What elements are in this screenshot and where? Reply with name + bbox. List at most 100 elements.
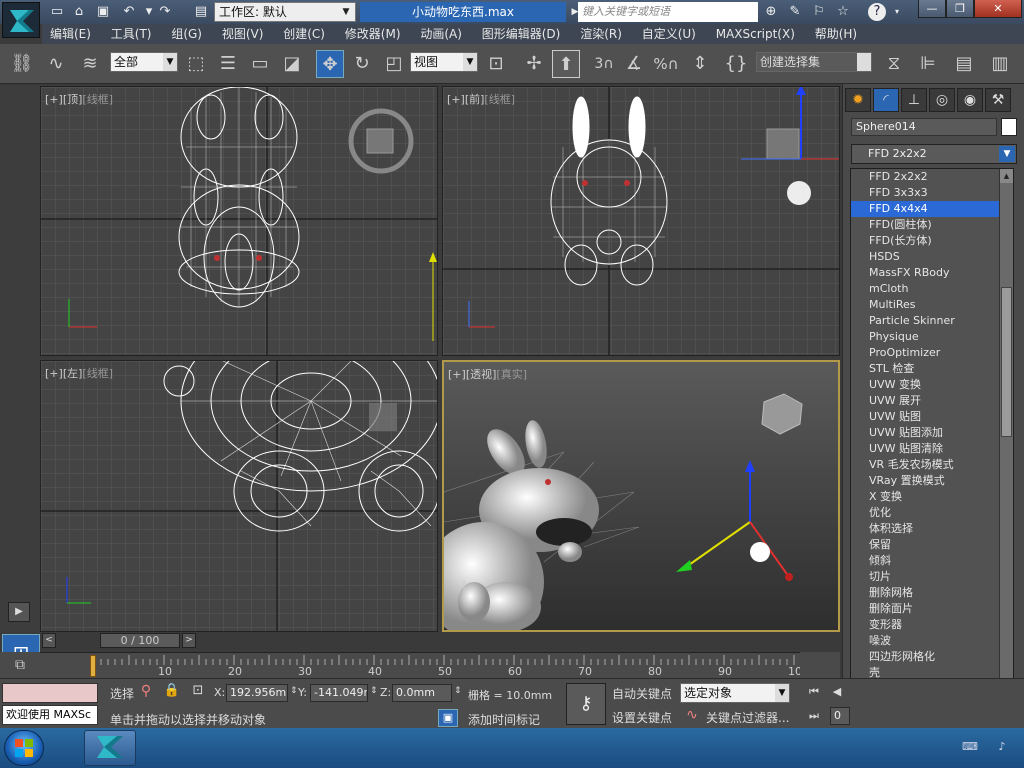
- track-bar[interactable]: 0102030405060708090100: [40, 652, 840, 678]
- modifier-item[interactable]: 噪波: [851, 633, 1013, 649]
- y-coord-field[interactable]: -141.049m: [310, 684, 368, 702]
- viewport-shade-label[interactable]: [真实]: [496, 368, 527, 381]
- star-icon[interactable]: ☆: [834, 3, 852, 21]
- object-color-swatch[interactable]: [1001, 118, 1017, 136]
- viewport-menu-plus[interactable]: [+]: [45, 93, 63, 106]
- viewport-top[interactable]: [+][顶][线框]: [40, 86, 438, 356]
- modifier-item[interactable]: FFD(长方体): [851, 233, 1013, 249]
- viewport-perspective-label[interactable]: [+][透视][真实]: [448, 366, 527, 382]
- modifier-item[interactable]: 四边形网格化: [851, 649, 1013, 665]
- help-dropdown-icon[interactable]: ▾: [888, 3, 906, 21]
- menu-rendering[interactable]: 渲染(R): [572, 24, 630, 44]
- menu-animation[interactable]: 动画(A): [412, 24, 470, 44]
- motion-tab-icon[interactable]: ◎: [929, 88, 955, 112]
- select-scale-icon[interactable]: ◰: [380, 50, 408, 78]
- modifier-item[interactable]: 删除面片: [851, 601, 1013, 617]
- speaker-tray-icon[interactable]: ♪: [994, 740, 1010, 754]
- viewport-left[interactable]: [+][左][线框]: [40, 360, 438, 632]
- current-frame-field[interactable]: 0: [830, 707, 850, 725]
- modifier-item[interactable]: UVW 变换: [851, 377, 1013, 393]
- go-to-start-icon[interactable]: ⏮: [804, 685, 824, 703]
- close-button[interactable]: ✕: [974, 0, 1022, 18]
- menu-create[interactable]: 创建(C): [275, 24, 333, 44]
- modifier-item[interactable]: 倾斜: [851, 553, 1013, 569]
- project-folder-icon[interactable]: ▤: [192, 3, 210, 21]
- viewport-shade-label[interactable]: [线框]: [82, 93, 113, 106]
- select-move-icon[interactable]: ✥: [316, 50, 344, 78]
- time-slider-next-icon[interactable]: >: [182, 633, 196, 648]
- taskbar-3dsmax-app[interactable]: [84, 730, 136, 766]
- modifier-item[interactable]: UVW 贴图添加: [851, 425, 1013, 441]
- viewport-shade-label[interactable]: [线框]: [82, 367, 113, 380]
- selection-filter-select[interactable]: 全部 ▼: [110, 52, 178, 72]
- object-name-field[interactable]: Sphere014: [851, 118, 997, 136]
- keyboard-tray-icon[interactable]: ⌨: [962, 740, 978, 754]
- scroll-up-icon[interactable]: ▲: [1000, 169, 1013, 183]
- tools-icon[interactable]: ✎: [786, 3, 804, 21]
- mini-curve-editor-icon[interactable]: ⧉: [0, 652, 40, 678]
- modifier-list-select[interactable]: FFD 2x2x2 ▼: [851, 144, 1017, 164]
- display-tab-icon[interactable]: ◉: [957, 88, 983, 112]
- maxscript-mini-listener[interactable]: 欢迎使用 MAXSc: [2, 705, 98, 725]
- unlink-icon[interactable]: ∿: [42, 50, 70, 78]
- communication-icon[interactable]: ⚐: [810, 3, 828, 21]
- modifier-item[interactable]: UVW 贴图清除: [851, 441, 1013, 457]
- modifier-item[interactable]: X 变换: [851, 489, 1013, 505]
- layer-manager-icon[interactable]: ▤: [950, 50, 978, 78]
- modifier-item[interactable]: MassFX RBody: [851, 265, 1013, 281]
- viewport-front[interactable]: [+][前][线框]: [442, 86, 840, 356]
- viewport-menu-plus[interactable]: [+]: [448, 368, 466, 381]
- manipulate-icon[interactable]: ✢: [520, 50, 548, 78]
- modifier-item[interactable]: FFD 3x3x3: [851, 185, 1013, 201]
- open-file-icon[interactable]: ⌂: [70, 3, 88, 21]
- snaps-toggle-icon[interactable]: 3∩: [590, 50, 618, 78]
- y-spinner-icon[interactable]: ⇕: [370, 686, 378, 696]
- menu-modifiers[interactable]: 修改器(M): [337, 24, 409, 44]
- viewport-menu-plus[interactable]: [+]: [447, 93, 465, 106]
- menu-customize[interactable]: 自定义(U): [634, 24, 704, 44]
- modifier-dropdown-list[interactable]: FFD 2x2x2 FFD 3x3x3 FFD 4x4x4 FFD(圆柱体) FFD(长…: [850, 168, 1014, 712]
- modifier-item[interactable]: 变形器: [851, 617, 1013, 633]
- menu-tools[interactable]: 工具(T): [103, 24, 160, 44]
- z-spinner-icon[interactable]: ⇕: [454, 686, 462, 696]
- absolute-mode-icon[interactable]: ⊡: [188, 683, 208, 703]
- app-logo[interactable]: [2, 2, 40, 38]
- select-rotate-icon[interactable]: ↻: [348, 50, 376, 78]
- menu-views[interactable]: 视图(V): [214, 24, 272, 44]
- viewport-front-label[interactable]: [+][前][线框]: [447, 91, 515, 107]
- modifier-item[interactable]: FFD 4x4x4: [851, 201, 1013, 217]
- key-selection-set-select[interactable]: 选定对象 ▼: [680, 683, 790, 703]
- named-selection-select[interactable]: 创建选择集 ▼: [756, 52, 872, 72]
- spinner-snap-icon[interactable]: ⇕: [686, 50, 714, 78]
- viewport-view-label[interactable]: [左]: [63, 367, 83, 380]
- modifier-scrollbar[interactable]: ▲ ▼: [999, 169, 1013, 711]
- modifier-item[interactable]: 优化: [851, 505, 1013, 521]
- pivot-center-icon[interactable]: ⊡: [482, 50, 510, 78]
- utilities-tab-icon[interactable]: ⚒: [985, 88, 1011, 112]
- workspace-select[interactable]: 工作区: 默认 ▼: [214, 2, 356, 22]
- modifier-item[interactable]: 保留: [851, 537, 1013, 553]
- menu-maxscript[interactable]: MAXScript(X): [708, 24, 803, 44]
- search-input[interactable]: 键入关键字或短语: [578, 2, 758, 22]
- scroll-thumb[interactable]: [1001, 287, 1012, 437]
- set-key-mode-icon[interactable]: ⚷: [566, 683, 606, 725]
- modifier-item[interactable]: 切片: [851, 569, 1013, 585]
- modifier-item[interactable]: MultiRes: [851, 297, 1013, 313]
- modifier-item[interactable]: FFD 2x2x2: [851, 169, 1013, 185]
- toggle-ribbon-icon[interactable]: ▥: [986, 50, 1014, 78]
- key-mode-toggle-icon[interactable]: ⏭: [804, 709, 824, 727]
- align-icon[interactable]: ⊫: [914, 50, 942, 78]
- modifier-item[interactable]: UVW 贴图: [851, 409, 1013, 425]
- link-icon[interactable]: ⛓: [8, 50, 36, 78]
- edit-named-sel-icon[interactable]: {}: [722, 50, 750, 78]
- key-filters-button[interactable]: 关键点过滤器...: [706, 709, 789, 726]
- angle-snap-icon[interactable]: ∡: [620, 50, 648, 78]
- undo-icon[interactable]: ↶: [120, 3, 138, 21]
- viewport-view-label[interactable]: [透视]: [466, 368, 497, 381]
- modifier-item[interactable]: VR 毛发农场模式: [851, 457, 1013, 473]
- minimize-button[interactable]: —: [918, 0, 946, 18]
- viewport-menu-plus[interactable]: [+]: [45, 367, 63, 380]
- x-coord-field[interactable]: 192.956mm: [226, 684, 288, 702]
- viewport-perspective[interactable]: [+][透视][真实]: [442, 360, 840, 632]
- lock-icon[interactable]: 🔒: [162, 683, 182, 703]
